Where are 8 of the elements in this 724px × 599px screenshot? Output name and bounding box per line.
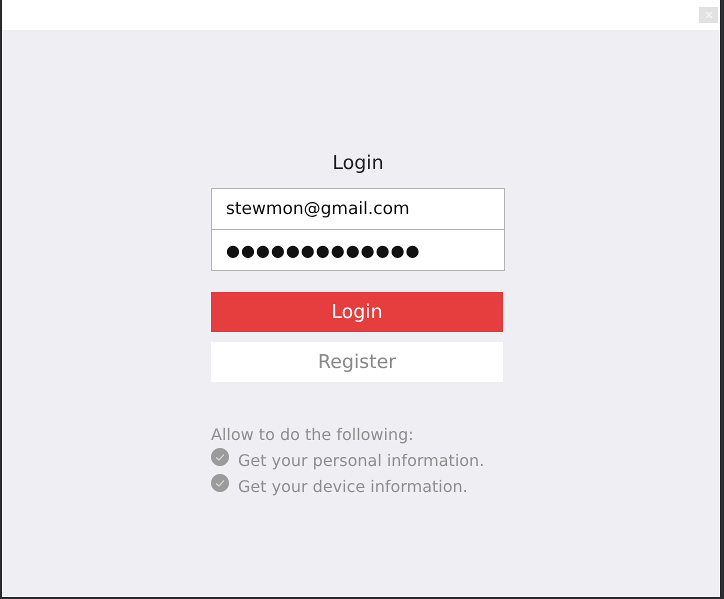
email-field[interactable]: stewmon@gmail.com	[211, 188, 505, 230]
login-title: Login	[331, 152, 385, 174]
login-button[interactable]: Login	[211, 292, 503, 332]
permission-label: Get your device information.	[238, 476, 468, 496]
close-button[interactable]	[699, 7, 718, 23]
permissions-heading: Allow to do the following:	[211, 425, 415, 444]
permission-label: Get your personal information.	[238, 450, 484, 470]
password-field[interactable]: ●●●●●●●●●●●●●	[211, 229, 505, 271]
